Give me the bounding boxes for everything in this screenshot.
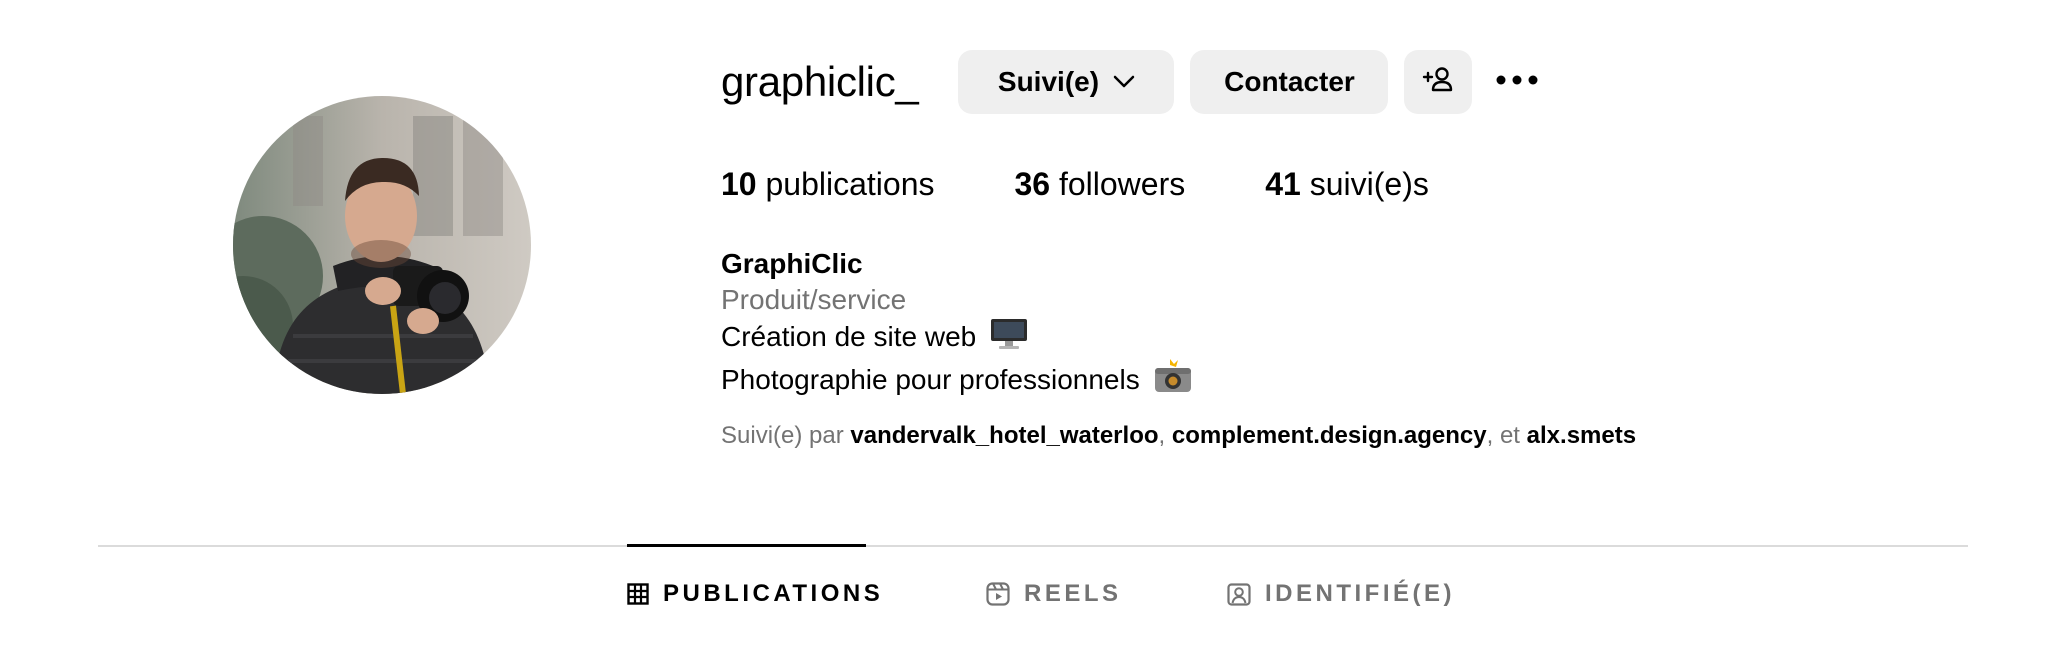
- publications-stat: 10 publications: [721, 166, 934, 203]
- tab-tagged[interactable]: IDENTIFIÉ(E): [1227, 580, 1455, 608]
- following-button-label: Suivi(e): [997, 66, 1100, 97]
- more-options-button[interactable]: [1494, 50, 1540, 114]
- followed-by-account[interactable]: alx.smets: [1527, 422, 1636, 449]
- publications-label: publications: [765, 166, 935, 202]
- chevron-down-icon: [1113, 75, 1135, 89]
- bio-line-2-text: Photographie pour professionnels: [721, 364, 1140, 395]
- bio-line-2: Photographie pour professionnels: [721, 359, 1192, 402]
- followed-by-account[interactable]: vandervalk_hotel_waterloo: [850, 422, 1158, 449]
- profile-display-name: GraphiClic: [721, 248, 863, 279]
- followed-by-prefix: Suivi(e) par: [721, 422, 844, 449]
- tab-publications-label: PUBLICATIONS: [663, 580, 884, 607]
- add-user-button[interactable]: [1404, 50, 1473, 114]
- tab-publications[interactable]: PUBLICATIONS: [627, 580, 883, 608]
- profile-bio: GraphiClic Produit/service Création de s…: [721, 246, 1192, 402]
- publications-count: 10: [721, 166, 757, 202]
- profile-category: Produit/service: [721, 284, 907, 315]
- bio-line-1: Création de site web: [721, 318, 1192, 359]
- followers-count: 36: [1014, 166, 1051, 202]
- active-tab-indicator: [627, 544, 866, 547]
- more-horizontal-icon: [1495, 73, 1539, 91]
- followed-by-separator: ,: [1158, 422, 1166, 449]
- desktop-computer-icon: [990, 318, 1028, 359]
- profile-username: graphiclic_: [721, 58, 919, 105]
- camera-flash-icon: [1154, 359, 1192, 402]
- followed-by-line: Suivi(e) par vandervalk_hotel_waterloo , …: [721, 422, 1636, 450]
- tab-reels-label: REELS: [1024, 580, 1122, 607]
- following-button[interactable]: Suivi(e): [958, 50, 1175, 114]
- contact-button[interactable]: Contacter: [1190, 50, 1389, 114]
- reels-icon: [986, 582, 1010, 606]
- following-label: suivi(e)s: [1309, 166, 1429, 202]
- grid-icon: [627, 583, 649, 605]
- contact-button-label: Contacter: [1224, 66, 1355, 97]
- profile-avatar[interactable]: [233, 96, 531, 394]
- following-count: 41: [1265, 166, 1301, 202]
- following-stat[interactable]: 41 suivi(e)s: [1265, 166, 1429, 203]
- bio-line-1-text: Création de site web: [721, 321, 977, 352]
- followers-label: followers: [1058, 166, 1186, 202]
- tab-tagged-label: IDENTIFIÉ(E): [1265, 580, 1455, 607]
- followed-by-account[interactable]: complement.design.agency: [1172, 422, 1487, 449]
- add-user-icon: [1422, 65, 1454, 100]
- tabs-divider: [98, 545, 1968, 547]
- profile-header-row: graphiclic_ Suivi(e) Contacter: [721, 50, 1540, 114]
- tagged-user-icon: [1227, 582, 1251, 606]
- tab-reels[interactable]: REELS: [986, 580, 1122, 608]
- followed-by-conjunction: , et: [1486, 422, 1520, 449]
- profile-stats: 10 publications 36 followers 41 suivi(e)…: [721, 166, 1509, 203]
- followers-stat[interactable]: 36 followers: [1014, 166, 1185, 203]
